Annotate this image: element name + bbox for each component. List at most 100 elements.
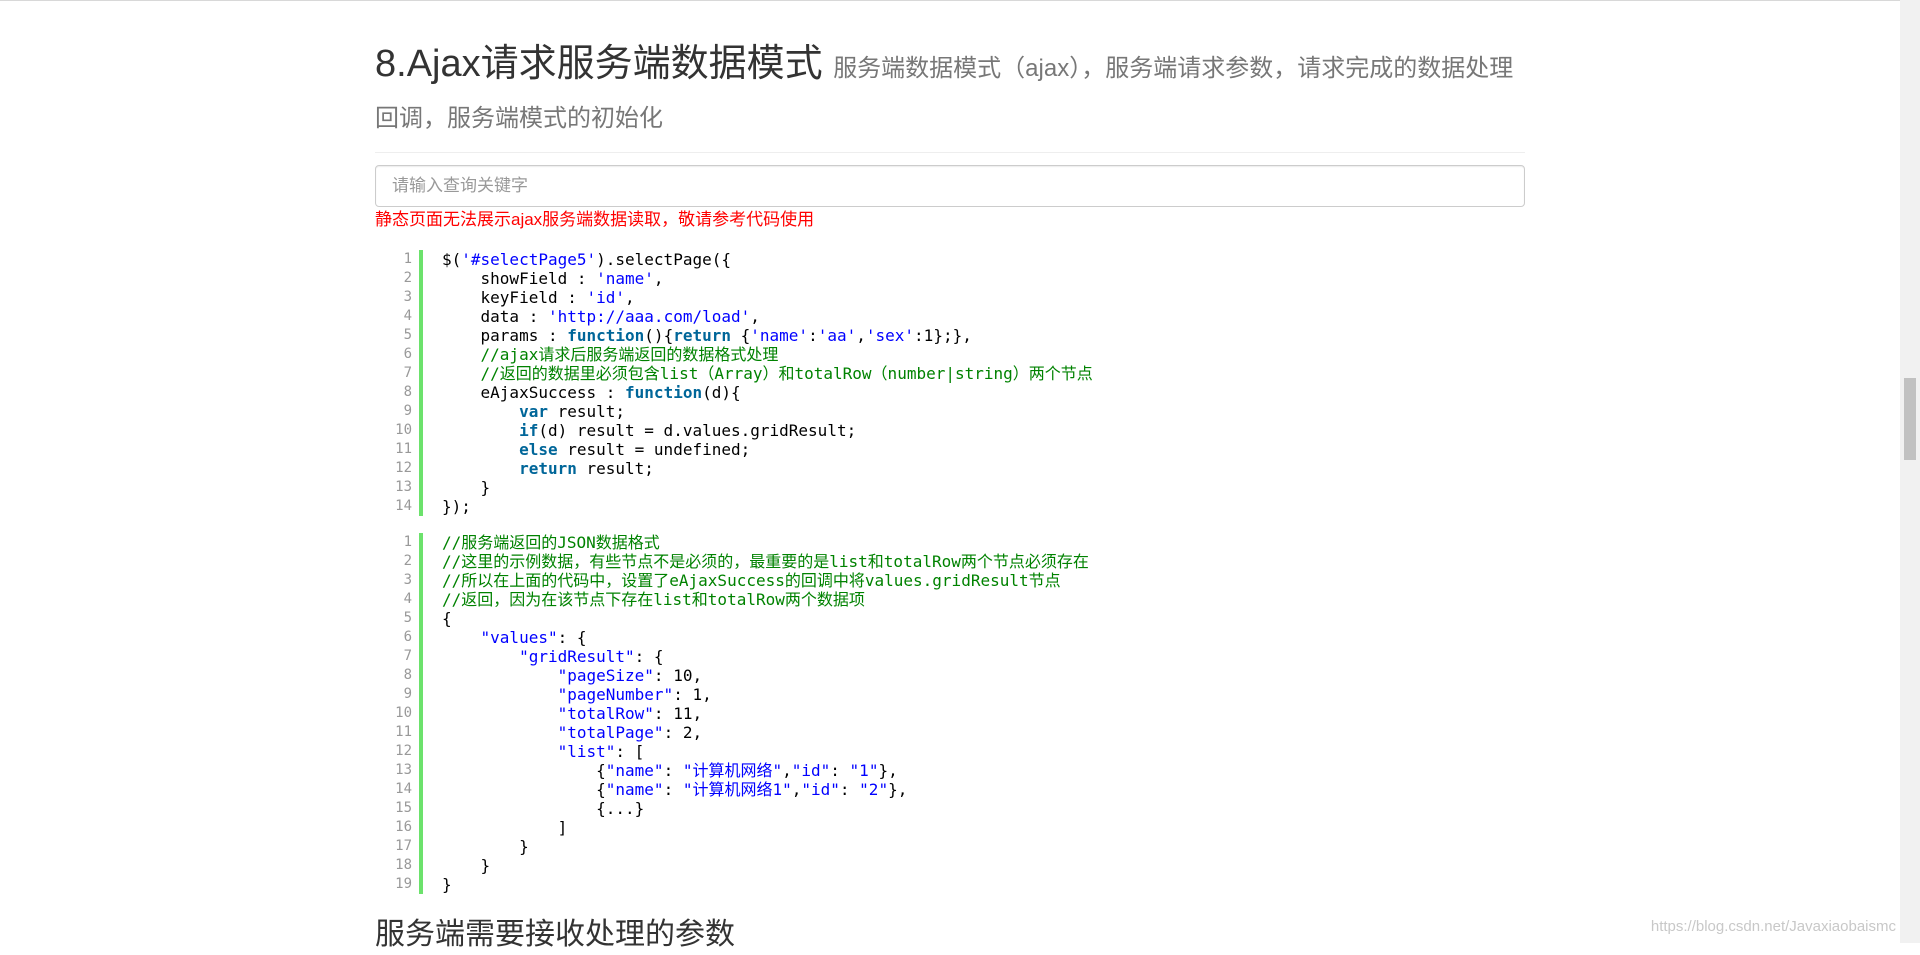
page-title: 8.Ajax请求服务端数据模式 服务端数据模式（ajax），服务端请求参数，请求… [375,40,1525,140]
line-number: 14 [395,781,412,797]
code-line: 4 data : 'http://aaa.com/load', [375,307,1525,326]
code-text: params : function(){return {'name':'aa',… [442,326,972,345]
line-number: 5 [403,327,412,343]
code-line: 3 //所以在上面的代码中，设置了eAjaxSuccess的回调中将values.… [375,571,1525,590]
line-number: 9 [403,403,412,419]
code-text: } [442,837,529,856]
line-number: 3 [403,572,412,588]
code-text: "values": { [480,628,587,647]
code-text: if(d) result = d.values.gridResult; [519,421,857,440]
code-line: 1 $('#selectPage5').selectPage({ [375,250,1525,269]
code-line: 11 "totalPage": 2, [375,723,1525,742]
line-number: 3 [403,289,412,305]
code-text: "list": [ [557,742,645,761]
code-text: {"name": "计算机网络1","id": "2"}, [442,780,908,799]
code-text: var result; [519,402,626,421]
line-number: 7 [403,648,412,664]
code-line: 15 {...} [375,799,1525,818]
section-heading: 服务端需要接收处理的参数 [375,918,735,951]
code-text: //返回，因为在该节点下存在list和totalRow两个数据项 [442,590,865,609]
page-title-text: 8.Ajax请求服务端数据模式 [375,43,823,85]
code-text: } [442,478,491,497]
code-line: 11 else result = undefined; [375,440,1525,459]
line-number: 7 [403,365,412,381]
code-text: } [442,875,452,894]
code-text: //ajax请求后服务端返回的数据格式处理 [442,345,779,364]
code-line: 14}); [375,497,1525,516]
line-number: 2 [403,553,412,569]
line-number: 10 [395,422,412,438]
scrollbar-thumb[interactable] [1904,378,1916,460]
code-text: //返回的数据里必须包含list（Array）和totalRow（number|… [442,364,1093,383]
code-line: 6 //ajax请求后服务端返回的数据格式处理 [375,345,1525,364]
notice-text: 静态页面无法展示ajax服务端数据读取，敬请参考代码使用 [375,210,815,229]
code-block-selectpage: 1 $('#selectPage5').selectPage({2 showFie… [375,250,1525,516]
line-number: 15 [395,800,412,816]
line-number: 16 [395,819,412,835]
code-line: 7 //返回的数据里必须包含list（Array）和totalRow（numbe… [375,364,1525,383]
line-number: 12 [395,743,412,759]
line-number: 8 [403,667,412,683]
page-scrollbar[interactable] [1900,0,1920,943]
line-number: 11 [395,441,412,457]
code-text: else result = undefined; [519,440,751,459]
code-line: 5{ [375,609,1525,628]
code-text: } [442,856,491,875]
code-line: 19} [375,875,1525,894]
code-line: 12 return result; [375,459,1525,478]
code-line: 14 {"name": "计算机网络1","id": "2"}, [375,780,1525,799]
code-line: 17 } [375,837,1525,856]
code-text: {...} [442,799,645,818]
code-line: 6 "values": { [375,628,1525,647]
code-line: 9 var result; [375,402,1525,421]
line-number: 5 [403,610,412,626]
code-text: showField : 'name', [442,269,664,288]
code-line: 13 {"name": "计算机网络","id": "1"}, [375,761,1525,780]
line-number: 10 [395,705,412,721]
code-line: 1 //服务端返回的JSON数据格式 [375,533,1525,552]
code-text: {"name": "计算机网络","id": "1"}, [442,761,898,780]
code-line: 10 if(d) result = d.values.gridResult; [375,421,1525,440]
code-line: 8 "pageSize": 10, [375,666,1525,685]
line-number: 1 [403,534,412,550]
code-text: $('#selectPage5').selectPage({ [442,250,731,269]
code-text: "totalRow": 11, [557,704,703,723]
line-number: 12 [395,460,412,476]
code-text: //服务端返回的JSON数据格式 [442,533,660,552]
code-text: ] [442,818,568,837]
line-number: 13 [395,762,412,778]
code-line: 13 } [375,478,1525,497]
code-line: 9 "pageNumber": 1, [375,685,1525,704]
code-line: 8 eAjaxSuccess : function(d){ [375,383,1525,402]
top-border [0,0,1920,1]
line-number: 9 [403,686,412,702]
code-text: //这里的示例数据，有些节点不是必须的，最重要的是list和totalRow两个… [442,552,1089,571]
search-input[interactable] [375,165,1525,207]
line-number: 14 [395,498,412,514]
line-number: 6 [403,346,412,362]
code-text: "totalPage": 2, [557,723,703,742]
line-number: 17 [395,838,412,854]
line-number: 19 [395,876,412,892]
line-number: 1 [403,251,412,267]
code-text: //所以在上面的代码中，设置了eAjaxSuccess的回调中将values.g… [442,571,1061,590]
line-number: 6 [403,629,412,645]
code-line: 16 ] [375,818,1525,837]
code-line: 3 keyField : 'id', [375,288,1525,307]
line-number: 18 [395,857,412,873]
code-text: keyField : 'id', [442,288,635,307]
code-text: "pageNumber": 1, [557,685,712,704]
code-text: "gridResult": { [519,647,664,666]
line-number: 4 [403,591,412,607]
code-line: 18 } [375,856,1525,875]
code-text: "pageSize": 10, [557,666,703,685]
code-text: eAjaxSuccess : function(d){ [442,383,741,402]
code-line: 7 "gridResult": { [375,647,1525,666]
code-text: return result; [519,459,654,478]
watermark-text: https://blog.csdn.net/Javaxiaobaismc [1650,918,1896,935]
code-block-json-format: 1 //服务端返回的JSON数据格式 2 //这里的示例数据，有些节点不是必须的，最重… [375,533,1525,894]
page-header: 8.Ajax请求服务端数据模式 服务端数据模式（ajax），服务端请求参数，请求… [375,40,1525,153]
line-number: 2 [403,270,412,286]
line-number: 11 [395,724,412,740]
code-line: 2 showField : 'name', [375,269,1525,288]
